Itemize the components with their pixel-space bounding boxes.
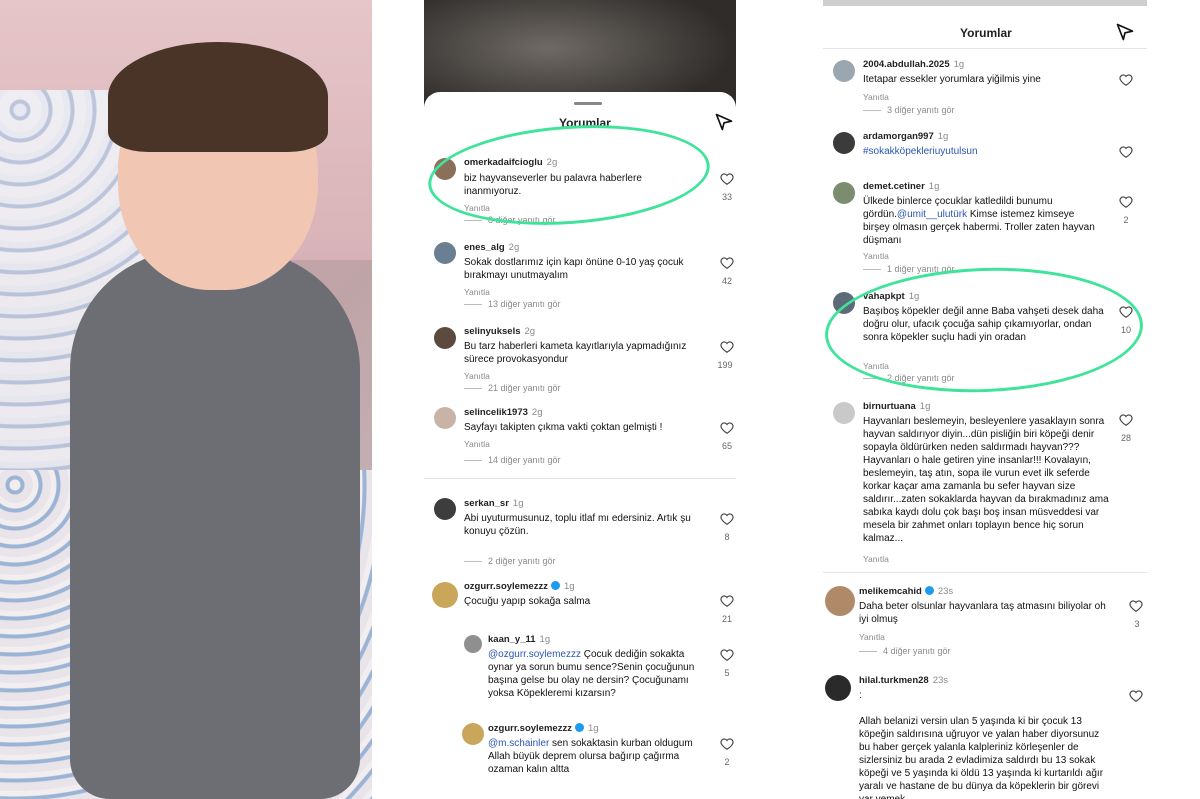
send-icon[interactable] xyxy=(1115,22,1135,42)
avatar[interactable] xyxy=(434,407,456,429)
heart-icon[interactable] xyxy=(720,594,734,608)
avatar[interactable] xyxy=(434,242,456,264)
heart-icon[interactable] xyxy=(1119,145,1133,159)
like-count: 2 xyxy=(1123,215,1129,225)
comment-username[interactable]: kaan_y_11 1g xyxy=(488,634,550,645)
comment-username[interactable]: ozgurr.soylemezzz 1g xyxy=(464,581,575,592)
reply-button[interactable]: Yanıtla xyxy=(464,439,490,449)
avatar[interactable] xyxy=(825,586,855,616)
green-highlight-circle xyxy=(823,262,1146,398)
avatar[interactable] xyxy=(833,60,855,82)
comment-username[interactable]: selinyuksels 2g xyxy=(464,326,535,337)
reply-text: @ozgurr.soylemezzz Çocuk dediğin sokakta… xyxy=(488,649,695,699)
mention-link[interactable]: @m.schainler xyxy=(488,738,549,749)
heart-icon[interactable] xyxy=(720,648,734,662)
avatar[interactable] xyxy=(434,327,456,349)
photo-child-pajamas xyxy=(70,250,360,799)
like-count: 65 xyxy=(721,441,732,451)
reply-button[interactable]: Yanıtla xyxy=(863,92,889,102)
left-comments-screenshot: Yorumlar omerkadaifcioglu 2g biz hayvanse… xyxy=(424,0,736,799)
comment-text: Bu tarz haberleri kameta kayıtlarıyla ya… xyxy=(464,341,687,365)
comment-username[interactable]: ardamorgan997 1g xyxy=(863,131,948,142)
avatar[interactable] xyxy=(462,723,484,745)
heart-icon[interactable] xyxy=(720,737,734,751)
comment-text: Daha beter olsunlar hayvanlara taş atmas… xyxy=(859,601,1106,625)
comment-username[interactable]: selincelik1973 2g xyxy=(464,407,543,418)
like-count: 5 xyxy=(724,668,730,678)
reply-button[interactable]: Yanıtla xyxy=(863,554,889,564)
view-more-replies[interactable]: 4 diğer yanıtı gör xyxy=(859,646,951,656)
header-divider xyxy=(823,48,1147,49)
comment-text: Itetapar essekler yorumlara yiğilmis yin… xyxy=(863,74,1041,85)
avatar[interactable] xyxy=(825,675,851,701)
comment-username[interactable]: 2004.abdullah.2025 1g xyxy=(863,59,964,70)
like-count: 2 xyxy=(724,757,730,767)
like-count: 21 xyxy=(721,614,732,624)
avatar[interactable] xyxy=(464,635,482,653)
screenshot-divider xyxy=(823,572,1147,573)
reply-button[interactable]: Yanıtla xyxy=(863,251,889,261)
like-count: 8 xyxy=(724,532,730,542)
verified-badge-icon xyxy=(924,586,934,595)
heart-icon[interactable] xyxy=(1119,413,1133,427)
comment-text: Ülkede binlerce çocuklar katledildi bunu… xyxy=(863,196,1095,246)
right-comments-screenshot: Yorumlar 2004.abdullah.2025 1g Itetapar e… xyxy=(823,0,1147,799)
comment-text: Sayfayı takipten çıkma vakti çoktan gelm… xyxy=(464,422,663,433)
view-more-replies[interactable]: 21 diğer yanıtı gör xyxy=(464,383,561,393)
reply-button[interactable]: Yanıtla xyxy=(464,287,490,297)
comment-username[interactable]: birnurtuana 1g xyxy=(863,401,930,412)
verified-badge-icon xyxy=(550,581,560,590)
hashtag-link[interactable]: #sokakköpekleriuyutulsun xyxy=(863,145,1113,158)
avatar[interactable] xyxy=(833,182,855,204)
heart-icon[interactable] xyxy=(720,340,734,354)
like-count: 42 xyxy=(721,276,732,286)
heart-icon[interactable] xyxy=(720,512,734,526)
reply-button[interactable]: Yanıtla xyxy=(859,632,885,642)
reply-button[interactable]: Yanıtla xyxy=(464,371,490,381)
comment-text: Abi uyuturmusunuz, toplu itlaf mı edersi… xyxy=(464,513,691,537)
comment-text: Sokak dostlarımız için kapı önüne 0-10 y… xyxy=(464,257,684,281)
comment-username[interactable]: ozgurr.soylemezzz 1g xyxy=(488,723,599,734)
comments-title: Yorumlar xyxy=(960,26,1012,40)
comment-username[interactable]: enes_alg 2g xyxy=(464,242,519,253)
like-count: 28 xyxy=(1120,433,1131,443)
comment-username[interactable]: serkan_sr 1g xyxy=(464,498,523,509)
view-more-replies[interactable]: 13 diğer yanıtı gör xyxy=(464,299,561,309)
avatar[interactable] xyxy=(833,402,855,424)
view-more-replies[interactable]: 14 diğer yanıtı gör xyxy=(464,455,561,465)
heart-icon[interactable] xyxy=(720,256,734,270)
avatar[interactable] xyxy=(833,132,855,154)
photo-child-hair xyxy=(108,42,328,152)
like-count: 3 xyxy=(1134,619,1140,629)
comment-text: Hayvanları beslemeyin, besleyenlere yasa… xyxy=(863,416,1109,544)
avatar[interactable] xyxy=(432,582,458,608)
heart-icon[interactable] xyxy=(720,172,734,186)
avatar[interactable] xyxy=(434,498,456,520)
comment-username[interactable]: melikemcahid 23s xyxy=(859,586,953,597)
child-photo xyxy=(0,0,372,799)
reply-text: @m.schainler sen sokaktasin kurban oldug… xyxy=(488,738,693,775)
heart-icon[interactable] xyxy=(1129,599,1143,613)
mention-link[interactable]: @umit__ulutürk xyxy=(897,209,967,220)
comment-text: : Allah belanizi versin ulan 5 yaşında k… xyxy=(859,690,1104,799)
mention-link[interactable]: @ozgurr.soylemezzz xyxy=(488,649,581,660)
top-bar xyxy=(823,0,1147,6)
sheet-drag-handle[interactable] xyxy=(574,102,602,105)
heart-icon[interactable] xyxy=(1129,689,1143,703)
heart-icon[interactable] xyxy=(720,421,734,435)
view-more-replies[interactable]: 3 diğer yanıtı gör xyxy=(863,105,955,115)
verified-badge-icon xyxy=(574,723,584,732)
heart-icon[interactable] xyxy=(1119,73,1133,87)
like-count: 199 xyxy=(717,360,733,370)
send-icon[interactable] xyxy=(714,112,734,132)
view-more-replies[interactable]: 2 diğer yanıtı gör xyxy=(464,556,556,566)
comment-username[interactable]: demet.cetiner 1g xyxy=(863,181,939,192)
comment-username[interactable]: hilal.turkmen28 23s xyxy=(859,675,948,686)
heart-icon[interactable] xyxy=(1119,195,1133,209)
screenshot-divider xyxy=(424,478,736,479)
comment-text: Çocuğu yapıp sokağa salma xyxy=(464,596,591,607)
like-count: 33 xyxy=(721,192,732,202)
